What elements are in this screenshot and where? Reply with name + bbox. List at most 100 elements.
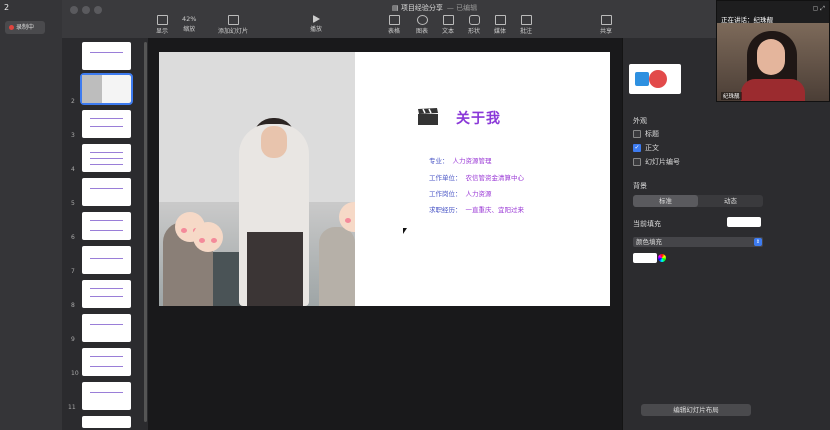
chart-button[interactable]: 图表 [416, 15, 428, 35]
slide-number: 3 [71, 132, 75, 139]
info-row: 工作岗位： 人力资源 [429, 190, 492, 198]
share-label: 共享 [600, 28, 613, 35]
comment-label: 批注 [520, 28, 533, 35]
add-slide-label: 添加幻灯片 [218, 28, 249, 35]
chart-icon [416, 15, 428, 25]
minimize-window-button[interactable] [82, 6, 90, 14]
current-fill-swatch[interactable] [727, 217, 761, 227]
add-slide-button[interactable]: 添加幻灯片 [218, 15, 248, 35]
shape-icon [468, 15, 480, 25]
appearance-heading: 外观 [633, 117, 647, 125]
slide-number: 9 [71, 336, 75, 343]
slide-thumb-11[interactable] [82, 382, 131, 410]
doc-icon: ▤ [392, 4, 401, 12]
slide-thumb-12[interactable] [82, 416, 131, 428]
info-row: 专业： 人力资源管理 [429, 157, 492, 165]
standard-tab[interactable]: 标准 [633, 195, 698, 207]
view-label: 显示 [156, 28, 169, 35]
shape-button[interactable]: 形状 [468, 15, 480, 35]
clapperboard-icon [418, 108, 438, 125]
table-button[interactable]: 表格 [388, 15, 400, 35]
comment-button[interactable]: 批注 [520, 15, 532, 35]
dynamic-tab[interactable]: 动态 [698, 195, 763, 207]
table-label: 表格 [388, 28, 401, 35]
edited-status: — 已编辑 [446, 4, 478, 12]
add-slide-icon [227, 15, 239, 25]
slide-thumb-4[interactable] [82, 144, 131, 172]
record-label: 录制中 [16, 24, 35, 31]
slide-number-checkbox[interactable]: 幻灯片编号 [633, 157, 680, 167]
keynote-window: ▤ 项目经验分享 — 已编辑 显示 42% 缩放 添加幻灯片 播放 表格 图表 文本… [62, 0, 830, 430]
slide-number: 2 [71, 98, 75, 105]
background-segment: 标准 动态 [633, 195, 763, 207]
zoom-window-button[interactable] [94, 6, 102, 14]
slide-number: 10 [71, 370, 79, 377]
count-label: 2 [4, 3, 10, 12]
media-icon [494, 15, 506, 25]
edit-layout-button[interactable]: 编辑幻灯片布局 [641, 404, 751, 416]
video-controls-icon[interactable]: ▢ ⤢ [813, 5, 825, 13]
color-wheel-icon[interactable] [658, 254, 666, 262]
video-call-overlay[interactable]: 正在讲话：纪珠靓 ▢ ⤢ 纪珠靓 [716, 0, 830, 102]
close-window-button[interactable] [70, 6, 78, 14]
chevron-updown-icon: ⇕ [754, 238, 762, 246]
fill-type-select[interactable]: 颜色填充 ⇕ [633, 237, 763, 247]
media-button[interactable]: 媒体 [494, 15, 506, 35]
current-slide[interactable]: 关于我 专业： 人力资源管理 工作单位： 农信管资金清算中心 工作岗位： 人力资源 求… [159, 52, 610, 306]
mouse-cursor [403, 228, 407, 234]
chart-label: 图表 [416, 28, 429, 35]
slide-thumb-2[interactable] [80, 73, 133, 105]
sidebar-icon [156, 15, 168, 25]
slide-thumb-9[interactable] [82, 314, 131, 342]
shape-label: 形状 [468, 28, 481, 35]
slide-title: 关于我 [456, 111, 501, 127]
window-title: ▤ 项目经验分享 — 已编辑 [392, 3, 477, 13]
info-row: 求职经历： 一直重庆、宜阳过来 [429, 206, 524, 214]
play-button[interactable]: 播放 [310, 15, 322, 33]
doc-title: 项目经验分享 [400, 4, 443, 12]
current-fill-label: 当前填充 [633, 220, 661, 228]
zoom-value: 42% [182, 15, 197, 23]
record-button[interactable]: 录制中 [5, 21, 45, 34]
view-button[interactable]: 显示 [156, 15, 168, 35]
table-icon [388, 15, 400, 25]
text-label: 文本 [442, 28, 455, 35]
slide-thumb-8[interactable] [82, 280, 131, 308]
participant-name: 纪珠靓 [721, 92, 742, 100]
share-button[interactable]: 共享 [600, 15, 612, 35]
zoom-button[interactable]: 42% 缩放 [182, 15, 196, 33]
layout-preview[interactable] [629, 64, 681, 94]
color-well[interactable] [633, 253, 657, 263]
navigator-scrollbar[interactable] [144, 42, 147, 422]
comment-icon [520, 15, 532, 25]
outer-sidebar: 2 录制中 [0, 0, 63, 430]
slide-navigator: 2 3 4 5 6 7 8 9 10 11 [62, 38, 148, 430]
slide-canvas: 关于我 专业： 人力资源管理 工作单位： 农信管资金清算中心 工作岗位： 人力资源 求… [148, 38, 622, 430]
slide-number: 11 [68, 404, 76, 411]
slide-number: 6 [71, 234, 75, 241]
slide-number: 7 [71, 268, 75, 275]
play-label: 播放 [310, 26, 323, 33]
slide-number: 5 [71, 200, 75, 207]
slide-thumb-10[interactable] [82, 348, 131, 376]
zoom-label: 缩放 [183, 26, 196, 33]
play-icon [312, 15, 320, 23]
slide-thumb-6[interactable] [82, 212, 131, 240]
face-sticker [193, 222, 223, 252]
body-checkbox[interactable]: ✓ 正文 [633, 143, 659, 153]
slide-thumb-3[interactable] [82, 110, 131, 138]
toolbar: ▤ 项目经验分享 — 已编辑 显示 42% 缩放 添加幻灯片 播放 表格 图表 文本… [62, 0, 830, 39]
text-icon [442, 15, 454, 25]
slide-number: 8 [71, 302, 75, 309]
slide-thumb-7[interactable] [82, 246, 131, 274]
slide-number: 4 [71, 166, 75, 173]
media-label: 媒体 [494, 28, 507, 35]
slide-thumb-1[interactable] [82, 42, 131, 70]
slide-thumb-5[interactable] [82, 178, 131, 206]
record-icon [9, 25, 14, 30]
text-button[interactable]: 文本 [442, 15, 454, 35]
title-checkbox[interactable]: 标题 [633, 129, 659, 139]
background-heading: 背景 [633, 182, 647, 190]
slide-photo[interactable] [159, 52, 355, 306]
info-row: 工作单位： 农信管资金清算中心 [429, 174, 524, 182]
